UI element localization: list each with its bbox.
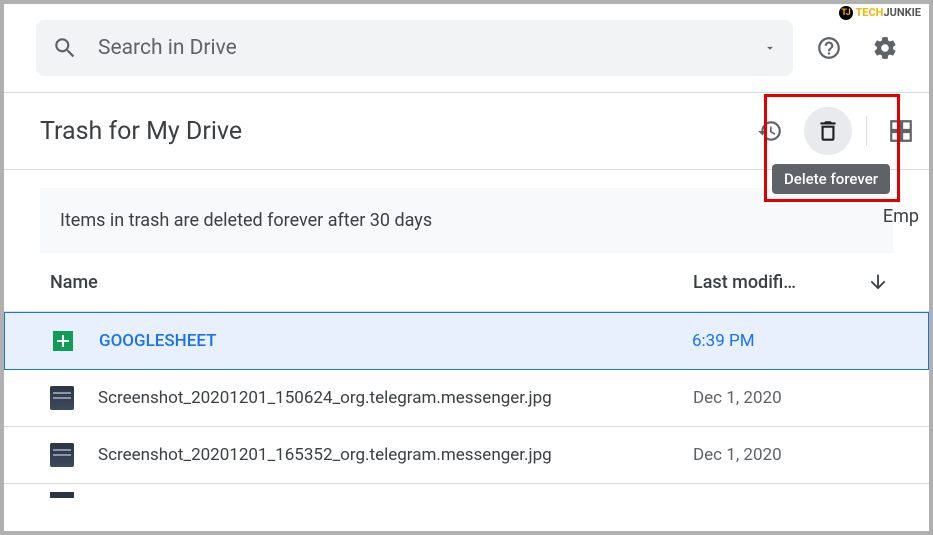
table-row[interactable]: Screenshot_20201201_150624_org.telegram.… [4,370,929,427]
page-title: Trash for My Drive [40,117,742,146]
file-name: Screenshot_20201201_150624_org.telegram.… [98,388,669,408]
notice-text: Items in trash are deleted forever after… [60,210,432,231]
file-date: Dec 1, 2020 [693,445,893,465]
sheets-icon [51,329,75,353]
dropdown-icon[interactable] [763,41,777,55]
view-grid-button[interactable] [881,111,921,151]
delete-forever-tooltip: Delete forever [772,164,890,194]
watermark: TJ TECHJUNKIE [839,6,921,20]
header-actions [750,107,901,155]
search-box[interactable]: Search in Drive [36,20,793,76]
trash-notice: Items in trash are deleted forever after… [40,188,893,253]
delete-forever-button[interactable] [804,107,852,155]
image-thumb-icon [50,443,74,467]
table-row[interactable]: GOOGLESHEET 6:39 PM [4,312,929,370]
table-row[interactable]: Screenshot_20201201_165352_org.telegram.… [4,427,929,484]
file-list: GOOGLESHEET 6:39 PM Screenshot_20201201_15… [4,312,929,484]
divider [866,116,867,146]
help-button[interactable] [809,28,849,68]
list-header: Name Last modifi… [4,253,929,312]
search-placeholder: Search in Drive [98,36,743,60]
settings-button[interactable] [865,28,905,68]
image-thumb-icon [50,492,74,498]
column-name[interactable]: Name [50,272,693,293]
arrow-down-icon [867,271,889,293]
watermark-icon: TJ [839,6,853,20]
file-date: Dec 1, 2020 [693,388,893,408]
help-icon [816,35,842,61]
topbar: Search in Drive [4,4,929,92]
trash-icon [815,118,841,144]
page-header: Trash for My Drive [4,93,929,169]
gear-icon [872,35,898,61]
restore-icon [757,118,783,144]
empty-trash-button[interactable]: Emp [883,206,919,227]
file-name: Screenshot_20201201_165352_org.telegram.… [98,445,669,465]
partial-row [4,484,929,498]
restore-button[interactable] [750,111,790,151]
image-thumb-icon [50,386,74,410]
file-name: GOOGLESHEET [99,331,668,351]
grid-icon [888,118,914,144]
search-icon [52,35,78,61]
file-date: 6:39 PM [692,331,892,351]
column-modified[interactable]: Last modifi… [693,272,863,293]
sort-button[interactable] [863,271,893,293]
